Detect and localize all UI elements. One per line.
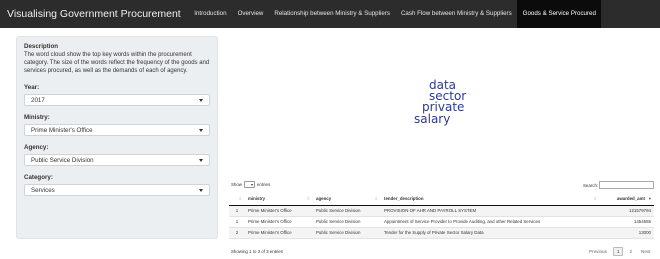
agency-select-value: Public Service Division bbox=[31, 156, 94, 164]
cell-ministry: Prime Minister's Office bbox=[245, 205, 313, 217]
cell-index: 2 bbox=[229, 227, 245, 239]
column-header-ministry[interactable]: ministry ⇕ bbox=[245, 193, 313, 206]
chevron-down-icon bbox=[199, 188, 203, 192]
cell-tender-description: Tender for the Supply of Private Sector … bbox=[381, 227, 600, 239]
page-button-2[interactable]: 2 bbox=[626, 248, 635, 255]
description-title: Description bbox=[24, 43, 59, 50]
navbar: Visualising Government Procurement Intro… bbox=[0, 0, 660, 28]
column-header-agency[interactable]: agency ⇕ bbox=[313, 193, 381, 206]
entries-label: entries bbox=[256, 182, 271, 187]
cell-index: 1 bbox=[229, 216, 245, 228]
cell-agency: Public Service Division bbox=[313, 227, 381, 239]
table-info: Showing 1 to 3 of 3 entries bbox=[231, 249, 283, 254]
cell-ministry: Prime Minister's Office bbox=[245, 216, 313, 228]
category-select[interactable]: Services bbox=[24, 183, 210, 196]
ministry-select-value: Prime Minister's Office bbox=[31, 126, 93, 134]
cell-awarded-amt: 1454555 bbox=[599, 216, 654, 228]
show-label: Show bbox=[231, 182, 242, 187]
cell-agency: Public Service Division bbox=[313, 216, 381, 228]
cell-awarded-amt: 121579794 bbox=[599, 205, 654, 217]
tab-goods-services[interactable]: Goods & Service Procured bbox=[517, 0, 602, 28]
table-row: 1 Prime Minister's Office Public Service… bbox=[229, 216, 654, 228]
chevron-down-icon bbox=[199, 98, 203, 102]
sort-icon: ⇕ bbox=[374, 196, 378, 201]
app-brand[interactable]: Visualising Government Procurement bbox=[0, 0, 189, 28]
table-row: 1 Prime Minister's Office Public Service… bbox=[229, 205, 654, 217]
cell-index: 1 bbox=[229, 205, 245, 217]
next-page-button[interactable]: Next bbox=[638, 248, 653, 255]
table-length-control: Show entries bbox=[231, 181, 270, 188]
cell-awarded-amt: 13000 bbox=[599, 227, 654, 239]
tab-overview[interactable]: Overview bbox=[232, 0, 269, 28]
search-label: Search: bbox=[583, 183, 599, 188]
year-select[interactable]: 2017 bbox=[24, 93, 210, 106]
tab-introduction[interactable]: Introduction bbox=[189, 0, 232, 28]
ministry-label: Ministry: bbox=[24, 113, 50, 121]
chevron-down-icon bbox=[250, 184, 253, 186]
procurement-table: ⇕ ministry ⇕ agency ⇕ tender_description ⇕ … bbox=[229, 193, 654, 239]
search-input[interactable] bbox=[599, 181, 654, 189]
table-header-row: ⇕ ministry ⇕ agency ⇕ tender_description ⇕ … bbox=[229, 193, 654, 206]
sidebar-panel: Description The word cloud show the top … bbox=[16, 36, 218, 239]
year-select-value: 2017 bbox=[31, 96, 45, 104]
cell-tender-description: PROVISION OF AHR AND PAYROLL SYSTEM bbox=[381, 205, 600, 217]
column-header-awarded-amt[interactable]: awarded_amt ▾ bbox=[599, 193, 654, 206]
ministry-select[interactable]: Prime Minister's Office bbox=[24, 123, 210, 136]
year-label: Year: bbox=[24, 83, 40, 91]
agency-select[interactable]: Public Service Division bbox=[24, 153, 210, 166]
category-select-value: Services bbox=[31, 186, 55, 194]
tab-relationship[interactable]: Relationship between Ministry & Supplier… bbox=[269, 0, 396, 28]
cell-agency: Public Service Division bbox=[313, 205, 381, 217]
column-header-tender-description[interactable]: tender_description ⇕ bbox=[381, 193, 600, 206]
table-row: 2 Prime Minister's Office Public Service… bbox=[229, 227, 654, 239]
agency-label: Agency: bbox=[24, 143, 49, 151]
category-label: Category: bbox=[24, 173, 53, 181]
page-length-select[interactable] bbox=[243, 181, 255, 188]
tab-cash-flow[interactable]: Cash Flow between Ministry & Suppliers bbox=[395, 0, 517, 28]
pagination: Previous 1 2 Next bbox=[586, 247, 653, 256]
previous-page-button[interactable]: Previous bbox=[586, 248, 610, 255]
sort-icon: ⇕ bbox=[306, 196, 310, 201]
cell-tender-description: Appointment of Service Provider to Provi… bbox=[381, 216, 600, 228]
chevron-down-icon bbox=[199, 158, 203, 162]
word-cloud: data sector private salary bbox=[400, 78, 470, 130]
word-salary: salary bbox=[414, 112, 451, 126]
column-header-index[interactable]: ⇕ bbox=[229, 193, 245, 206]
cell-ministry: Prime Minister's Office bbox=[245, 227, 313, 239]
sort-icon: ⇕ bbox=[238, 196, 242, 201]
description-text: The word cloud show the top key words wi… bbox=[24, 52, 210, 75]
sort-icon: ⇕ bbox=[593, 196, 597, 201]
chevron-down-icon bbox=[199, 128, 203, 132]
sort-desc-icon: ▾ bbox=[648, 196, 651, 201]
page-button-1[interactable]: 1 bbox=[612, 247, 624, 256]
